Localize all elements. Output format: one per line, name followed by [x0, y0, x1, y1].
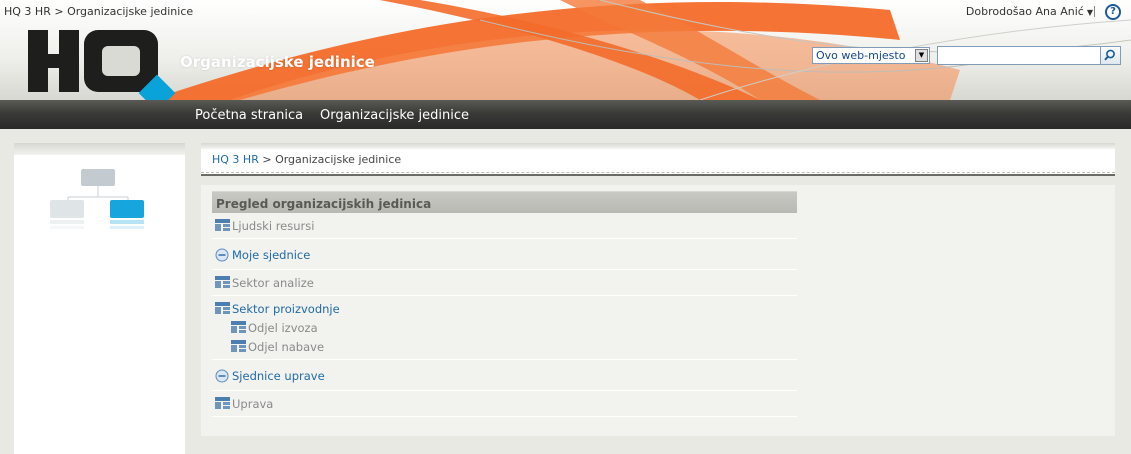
org-unit-label: Sektor proizvodnje: [232, 302, 340, 316]
org-unit-icon: [231, 340, 246, 355]
org-unit-row: Sektor analize: [212, 270, 797, 296]
org-unit-item[interactable]: Uprava: [212, 394, 797, 413]
search-button[interactable]: [1101, 46, 1121, 65]
org-units-list: Ljudski resursi Moje sjednice Sektor anali…: [212, 213, 797, 417]
breadcrumb-root[interactable]: HQ 3 HR: [212, 153, 259, 166]
org-unit-item[interactable]: Sjednice uprave: [212, 366, 797, 385]
org-unit-row: Sektor proizvodnje Odjel izvoza Odjel naba…: [212, 296, 797, 360]
org-unit-label: Moje sjednice: [232, 248, 311, 262]
org-unit-row: Uprava: [212, 391, 797, 417]
org-subunit-item[interactable]: Odjel izvoza: [212, 318, 797, 337]
org-unit-label: Uprava: [232, 397, 274, 411]
org-subunit-label: Odjel izvoza: [248, 321, 318, 335]
org-chart-icon: [50, 169, 144, 229]
global-breadcrumb-current: Organizacijske jedinice: [67, 5, 194, 18]
breadcrumb-divider: [201, 172, 1115, 173]
org-unit-item[interactable]: Ljudski resursi: [212, 216, 797, 235]
org-subunit-label: Odjel nabave: [248, 340, 325, 354]
nav-item-org-units[interactable]: Organizacijske jedinice: [320, 108, 469, 123]
org-unit-item[interactable]: Sektor proizvodnje: [212, 299, 797, 318]
org-unit-row: Moje sjednice: [212, 239, 797, 270]
org-unit-icon: [215, 302, 230, 317]
org-unit-icon: [215, 276, 230, 291]
divider: [1094, 6, 1095, 17]
org-unit-icon: [231, 321, 246, 336]
org-unit-icon: [215, 219, 230, 234]
global-breadcrumb: HQ 3 HR > Organizacijske jedinice: [4, 5, 193, 18]
org-unit-item[interactable]: Moje sjednice: [212, 245, 797, 264]
help-icon[interactable]: ?: [1105, 4, 1121, 20]
org-unit-label: Sjednice uprave: [232, 369, 325, 383]
org-unit-label: Sektor analize: [232, 276, 314, 290]
org-unit-item[interactable]: Sektor analize: [212, 273, 797, 292]
welcome-menu[interactable]: Dobrodošao Ana Anić ▼: [966, 5, 1093, 18]
search-input[interactable]: [937, 46, 1101, 65]
global-breadcrumb-separator: >: [54, 5, 64, 18]
top-navigation: Početna stranica Organizacijske jedinice: [0, 100, 1131, 129]
breadcrumb-current: Organizacijske jedinice: [275, 153, 402, 166]
org-panel-header: Pregled organizacijskih jedinica: [212, 191, 797, 213]
chevron-down-icon: ▼: [1086, 8, 1093, 17]
nav-item-home[interactable]: Početna stranica: [195, 108, 303, 123]
org-unit-row: Sjednice uprave: [212, 360, 797, 391]
left-sidebar: [14, 143, 185, 454]
breadcrumb: HQ 3 HR > Organizacijske jedinice: [212, 153, 401, 166]
main-content: Pregled organizacijskih jedinica Ljudski…: [201, 185, 1115, 436]
chevron-down-icon[interactable]: ▼: [915, 49, 928, 62]
org-unit-row: Ljudski resursi: [212, 213, 797, 239]
org-units-panel: Pregled organizacijskih jedinica Ljudski…: [212, 191, 797, 417]
global-breadcrumb-root[interactable]: HQ 3 HR: [4, 5, 51, 18]
page-breadcrumb-bar: HQ 3 HR > Organizacijske jedinice: [201, 143, 1115, 176]
welcome-text: Dobrodošao Ana Anić: [965, 5, 1084, 18]
breadcrumb-top-strip: [201, 143, 1115, 149]
search-scope-value: Ovo web-mjesto: [816, 49, 906, 62]
org-unit-label: Ljudski resursi: [232, 219, 315, 233]
org-panel-title: Pregled organizacijskih jedinica: [216, 197, 432, 211]
org-unit-icon: [215, 397, 230, 412]
meeting-icon: [215, 369, 229, 386]
org-subunit-item[interactable]: Odjel nabave: [212, 337, 797, 356]
search-scope-select[interactable]: Ovo web-mjesto ▼: [812, 47, 930, 64]
search-icon: [1104, 49, 1115, 61]
breadcrumb-separator: >: [262, 153, 272, 166]
site-title: Organizacijske jedinice: [180, 53, 375, 71]
meeting-icon: [215, 248, 229, 265]
top-bar: HQ 3 HR > Organizacijske jedinice Dobrod…: [0, 0, 1131, 24]
sidebar-top-strip: [14, 143, 185, 155]
